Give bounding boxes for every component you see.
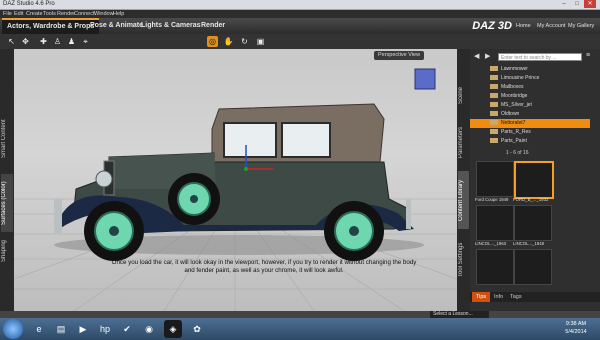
front-bumper bbox=[54, 199, 62, 233]
tab-info[interactable]: Info bbox=[490, 292, 507, 302]
daz-studio-taskbar-icon[interactable]: ◈ bbox=[164, 320, 182, 338]
camera-icon[interactable]: ▣ bbox=[255, 36, 266, 47]
universal-icon[interactable]: ⌖ bbox=[80, 36, 91, 47]
tab-tags[interactable]: Tags bbox=[506, 292, 526, 302]
tab-tips[interactable]: Tips bbox=[472, 292, 491, 302]
headlight bbox=[95, 170, 113, 188]
clock[interactable]: 9:38 AM 5/4/2014 bbox=[556, 320, 596, 336]
start-button[interactable] bbox=[3, 319, 23, 339]
thumbnail-label: FORD_B_..._1932 bbox=[513, 197, 549, 202]
thumbnail[interactable] bbox=[476, 249, 514, 285]
hp-icon[interactable]: hp bbox=[96, 320, 114, 338]
pose-icon[interactable]: ◎ bbox=[207, 36, 218, 47]
toolbar: ↖ ✥ ✚ ♙ ♟ ⌖ ◎ ✋ ↻ ▣ bbox=[0, 34, 600, 50]
folder-item-selected[interactable]: Nettoralet7 bbox=[470, 119, 590, 128]
menu-window[interactable]: Window bbox=[94, 10, 114, 18]
taskbar: e ▤ ▶ hp ✔ ◉ ◈ ✿ 9:38 AM 5/4/2014 bbox=[0, 318, 600, 340]
workspace-tabs: Actors, Wardrobe & Props Pose & Animate … bbox=[0, 18, 600, 36]
link-my-gallery[interactable]: My Gallery bbox=[568, 18, 594, 34]
pager-text: 1 - 6 of 16 bbox=[506, 150, 529, 156]
chrome-icon[interactable]: ◉ bbox=[140, 320, 158, 338]
tab-shaping[interactable]: Shaping bbox=[1, 234, 13, 268]
select-icon[interactable]: ↖ bbox=[6, 36, 17, 47]
thumbnail-selected[interactable] bbox=[514, 161, 554, 199]
folder-item[interactable]: Lawnmower bbox=[470, 65, 590, 74]
menu-connect[interactable]: Connect bbox=[74, 10, 95, 18]
thumbnail[interactable] bbox=[514, 249, 552, 285]
back-icon[interactable]: ◀ bbox=[474, 52, 484, 62]
app-icon[interactable]: ✿ bbox=[188, 320, 206, 338]
tab-parameters[interactable]: Parameters bbox=[458, 119, 469, 165]
transform-icon[interactable]: ✥ bbox=[20, 36, 31, 47]
tutorial-caption: Once you load the car, it will look okay… bbox=[111, 259, 417, 274]
title-bar: DAZ Studio 4.6 Pro – □ ✕ bbox=[0, 0, 600, 10]
menu-file[interactable]: File bbox=[3, 10, 12, 18]
link-home[interactable]: Home bbox=[516, 18, 531, 34]
viewport[interactable]: Perspective View Once you load the car, … bbox=[14, 49, 457, 311]
media-player-icon[interactable]: ▶ bbox=[74, 320, 92, 338]
right-side-tabs: Scene Parameters Content Library Tool Se… bbox=[457, 49, 470, 311]
menu-icon[interactable]: ≡ bbox=[586, 52, 590, 59]
menu-render[interactable]: Render bbox=[57, 10, 75, 18]
running-board bbox=[184, 225, 344, 230]
window-title: DAZ Studio 4.6 Pro bbox=[3, 1, 55, 7]
clock-time: 9:38 AM bbox=[565, 321, 587, 327]
task-icon[interactable]: ✔ bbox=[118, 320, 136, 338]
tab-tool-settings[interactable]: Tool Settings bbox=[458, 235, 469, 285]
geometry-icon[interactable]: ♟ bbox=[66, 36, 77, 47]
explorer-icon[interactable]: ▤ bbox=[52, 320, 70, 338]
folder-item[interactable]: Moonbridge bbox=[470, 92, 590, 101]
thumbnail-label: Ford Coupe 1949 bbox=[475, 197, 509, 202]
tab-surfaces-color[interactable]: Surfaces (Color) bbox=[1, 174, 13, 232]
perspective-view-dropdown[interactable]: Perspective View bbox=[374, 51, 425, 60]
node-icon[interactable]: ✚ bbox=[38, 36, 49, 47]
car-window-rear bbox=[281, 122, 331, 158]
tips-tabs: Tips Info Tags bbox=[470, 292, 600, 302]
clock-date: 5/4/2014 bbox=[565, 329, 587, 335]
menu-tools[interactable]: Tools bbox=[43, 10, 56, 18]
forward-icon[interactable]: ▶ bbox=[485, 52, 495, 62]
menu-create[interactable]: Create bbox=[26, 10, 43, 18]
car-window-front bbox=[223, 122, 277, 158]
folder-item[interactable]: Parts_R_Res bbox=[470, 128, 590, 137]
thumbnail-label: LINCOL..._1963 bbox=[475, 241, 507, 246]
content-library-panel: ◀ ▶ Enter text to search by ... ≡ Lawnmo… bbox=[470, 49, 600, 311]
navigation-cube bbox=[414, 68, 436, 90]
thumbnail[interactable] bbox=[476, 161, 514, 197]
tab-scene[interactable]: Scene bbox=[458, 79, 469, 111]
thumbnail[interactable] bbox=[514, 205, 552, 241]
folder-item[interactable]: Mailboxes bbox=[470, 83, 590, 92]
tab-content-library[interactable]: Content Library bbox=[458, 171, 469, 229]
folder-item[interactable]: Limousine Prince bbox=[470, 74, 590, 83]
folder-item[interactable]: Oldtown bbox=[470, 110, 590, 119]
daz3d-logo: DAZ 3D bbox=[472, 20, 512, 32]
ie-icon[interactable]: e bbox=[30, 320, 48, 338]
hand-icon[interactable]: ✋ bbox=[223, 36, 234, 47]
status-bar: Select a Lesson... bbox=[0, 311, 600, 318]
menu-bar: File Edit Create Tools Render Connect Wi… bbox=[0, 10, 600, 18]
library-search-input[interactable]: Enter text to search by ... bbox=[498, 53, 582, 61]
tab-render[interactable]: Render bbox=[196, 18, 230, 34]
rear-bumper bbox=[406, 199, 411, 229]
minimize-button[interactable]: – bbox=[558, 0, 570, 8]
folder-item[interactable]: MS_Silver_jet bbox=[470, 101, 590, 110]
thumbnail[interactable] bbox=[476, 205, 514, 241]
close-button[interactable]: ✕ bbox=[584, 0, 596, 8]
pager: 1 - 6 of 16 bbox=[476, 149, 594, 158]
maximize-button[interactable]: □ bbox=[571, 0, 583, 8]
menu-help[interactable]: Help bbox=[113, 10, 124, 18]
menu-edit[interactable]: Edit bbox=[14, 10, 23, 18]
thumbnail-label: LINCOL..._1948 bbox=[513, 241, 545, 246]
rotate-icon[interactable]: ↻ bbox=[239, 36, 250, 47]
tab-smart-content[interactable]: Smart Content bbox=[1, 109, 13, 169]
left-side-tabs: Smart Content Surfaces (Color) Shaping bbox=[0, 49, 14, 311]
folder-item[interactable]: Parts_Paint bbox=[470, 137, 590, 146]
lesson-select[interactable]: Select a Lesson... bbox=[430, 311, 489, 318]
joint-icon[interactable]: ♙ bbox=[52, 36, 63, 47]
link-my-account[interactable]: My Account bbox=[537, 18, 565, 34]
